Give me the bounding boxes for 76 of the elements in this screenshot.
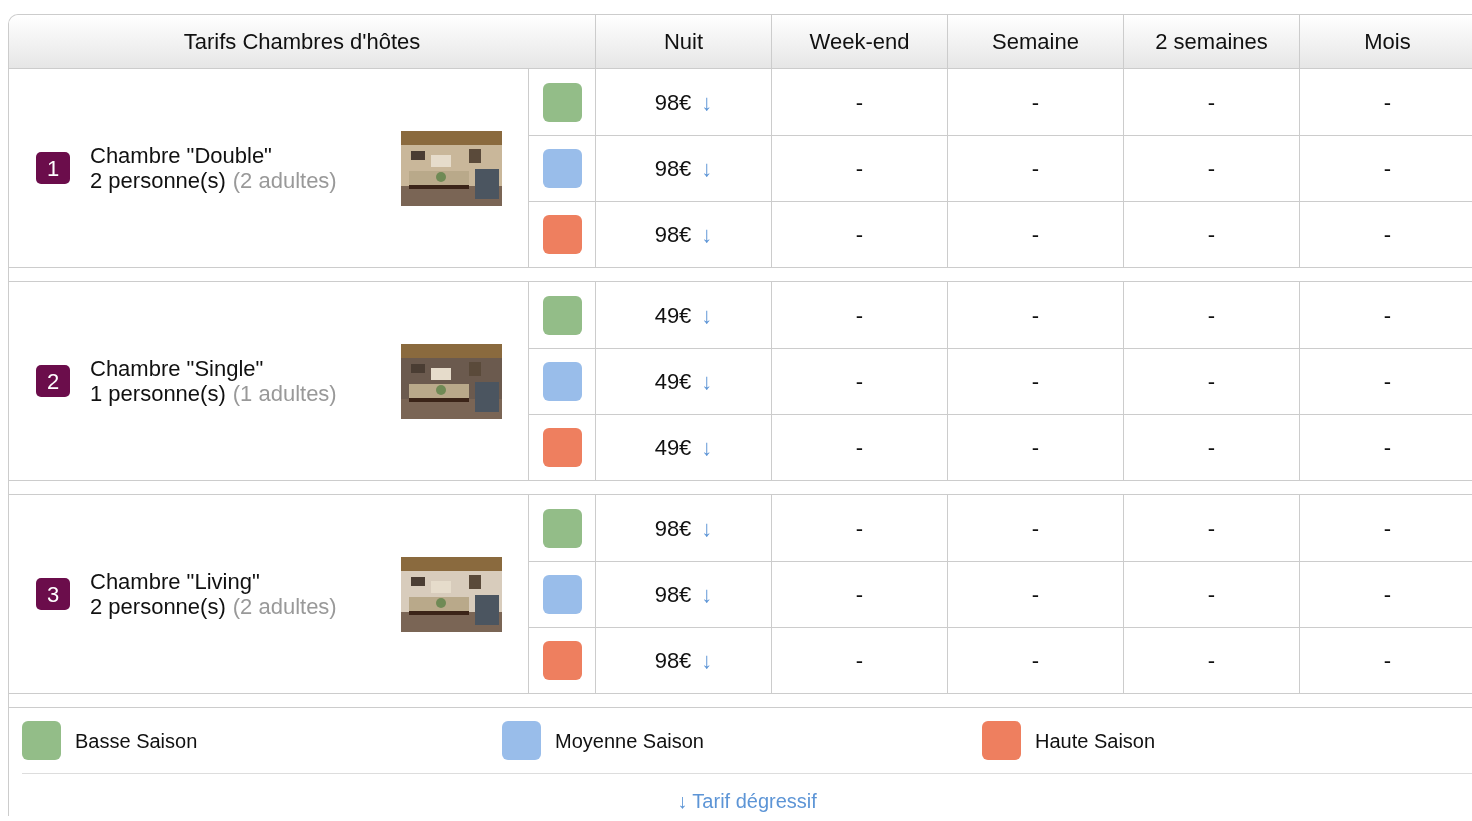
table-cell-text: - [1207, 221, 1216, 249]
room-name: Chambre "Living" [90, 569, 261, 594]
season-label: Haute Saison [1035, 728, 1156, 754]
room-capacity: 2 personne(s) [90, 168, 226, 193]
room-number: 3 [36, 578, 70, 610]
room-number: 1 [36, 152, 70, 184]
price: 49€ [654, 301, 692, 330]
table-cell-text: - [1031, 647, 1040, 675]
table-cell-text: - [1207, 647, 1216, 675]
table-cell-text: - [1031, 514, 1040, 543]
price: 98€ [654, 581, 692, 609]
room-capacity: 1 personne(s) [90, 381, 226, 406]
table-cell-text: - [1383, 301, 1392, 330]
table-cell-text: - [1207, 155, 1216, 183]
table-cell-text: - [855, 581, 864, 609]
arrow-down-icon: ↓ [701, 365, 713, 398]
room-guests: (2 adultes) [232, 594, 337, 619]
arrow-down-icon: ↓ [701, 644, 713, 677]
table-cell-text: - [1383, 434, 1392, 462]
price: 98€ [654, 88, 692, 117]
table-cell-text: - [1207, 581, 1216, 609]
table-cell-text: - [1207, 368, 1216, 396]
table-cell-text: - [855, 221, 864, 249]
price: 98€ [654, 514, 692, 543]
table-cell-text: - [855, 155, 864, 183]
table-cell-text: - [855, 368, 864, 396]
arrow-down-icon: ↓ [701, 578, 713, 611]
table-cell-text: - [1031, 88, 1040, 117]
room-capacity: 2 personne(s) [90, 594, 226, 619]
arrow-down-icon: ↓ [701, 218, 713, 251]
table-cell-text: - [1031, 368, 1040, 396]
column-header: Mois [1300, 15, 1472, 68]
table-cell-text: - [1031, 301, 1040, 330]
room-name: Chambre "Double" [90, 143, 273, 168]
table-cell-text: - [855, 301, 864, 330]
table-cell-text: - [855, 647, 864, 675]
table-cell-text: - [1383, 221, 1392, 249]
price: 49€ [654, 368, 692, 396]
arrow-down-icon: ↓ [701, 431, 713, 464]
table-cell-text: - [1207, 434, 1216, 462]
column-header: Tarifs Chambres d'hôtes [9, 15, 596, 68]
table-cell-text: - [1031, 221, 1040, 249]
table-cell-text: - [1031, 581, 1040, 609]
room-guests: (2 adultes) [232, 168, 337, 193]
arrow-down-icon: ↓ [701, 511, 713, 545]
table-cell-text: - [1383, 514, 1392, 543]
table-cell-text: - [1383, 155, 1392, 183]
arrow-down-icon: ↓ [701, 85, 713, 119]
room-guests: (1 adultes) [232, 381, 337, 406]
column-header: Nuit [596, 15, 772, 68]
price: 98€ [654, 221, 692, 249]
column-header: 2 semaines [1124, 15, 1300, 68]
room-name: Chambre "Single" [90, 356, 265, 381]
season-label: Moyenne Saison [555, 728, 704, 754]
column-header: Week-end [772, 15, 948, 68]
room-number: 2 [36, 365, 70, 397]
price: 98€ [654, 155, 692, 183]
table-cell-text: - [1383, 88, 1392, 117]
arrow-down-icon: ↓ [701, 298, 713, 332]
table-cell-text: - [1207, 301, 1216, 330]
table-cell-text: - [1383, 581, 1392, 609]
table-cell-text: - [855, 88, 864, 117]
arrow-down-icon: ↓ [701, 152, 713, 185]
table-cell-text: - [1031, 434, 1040, 462]
table-cell-text: - [1383, 647, 1392, 675]
column-header: Semaine [948, 15, 1124, 68]
season-label: Basse Saison [75, 728, 198, 754]
price: 49€ [654, 434, 692, 462]
table-cell-text: - [855, 514, 864, 543]
table-cell-text: - [1207, 514, 1216, 543]
table-cell-text: - [855, 434, 864, 462]
price: 98€ [654, 647, 692, 675]
footnote: ↓ Tarif dégressif [677, 789, 817, 814]
table-cell-text: - [1031, 155, 1040, 183]
table-cell-text: - [1383, 368, 1392, 396]
table-cell-text: - [1207, 88, 1216, 117]
